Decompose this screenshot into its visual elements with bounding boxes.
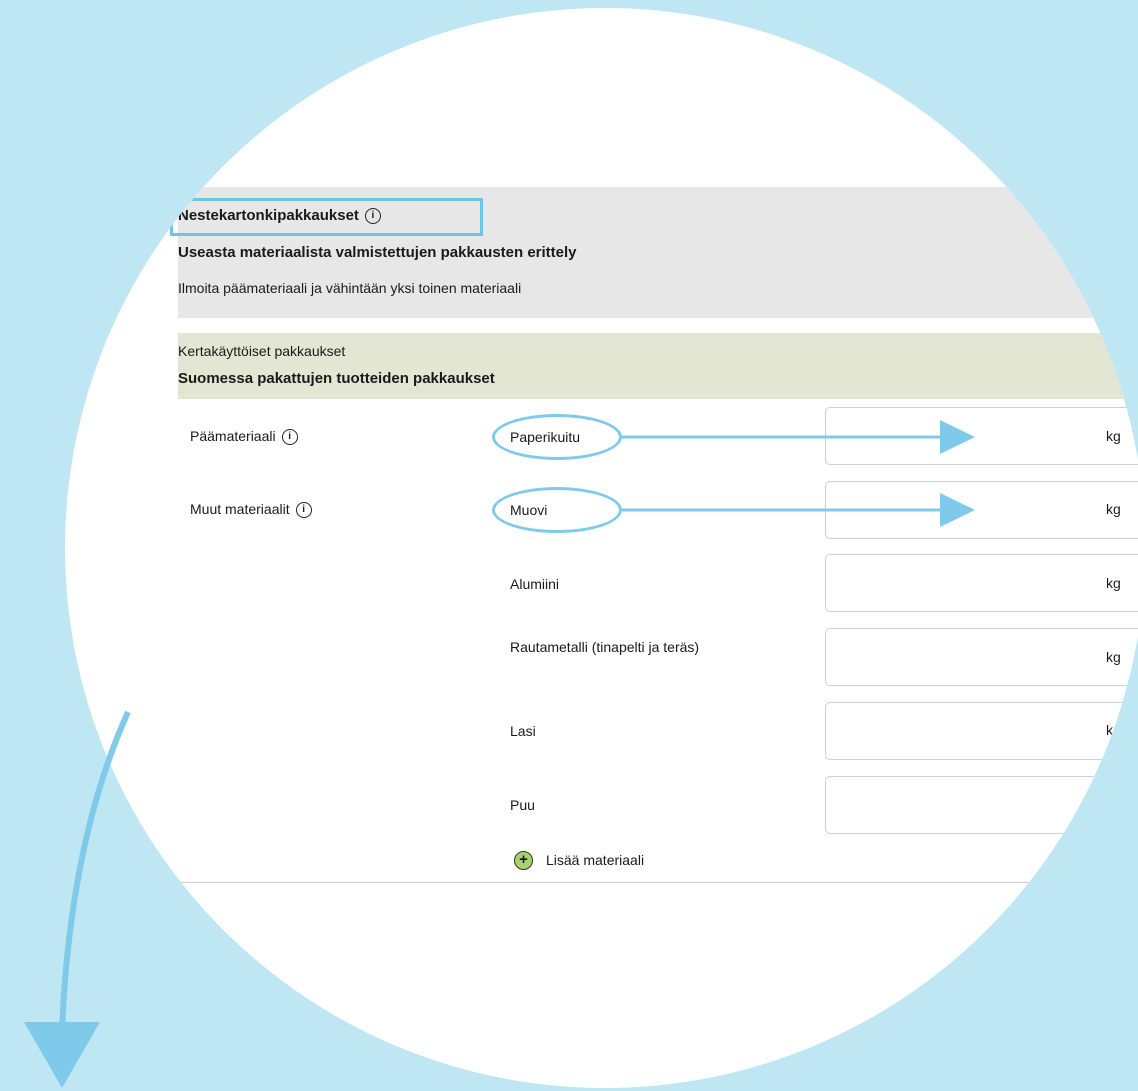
curved-arrow-line [59, 710, 131, 1031]
curved-arrow [24, 710, 131, 1088]
curved-arrow-head [24, 1022, 100, 1088]
